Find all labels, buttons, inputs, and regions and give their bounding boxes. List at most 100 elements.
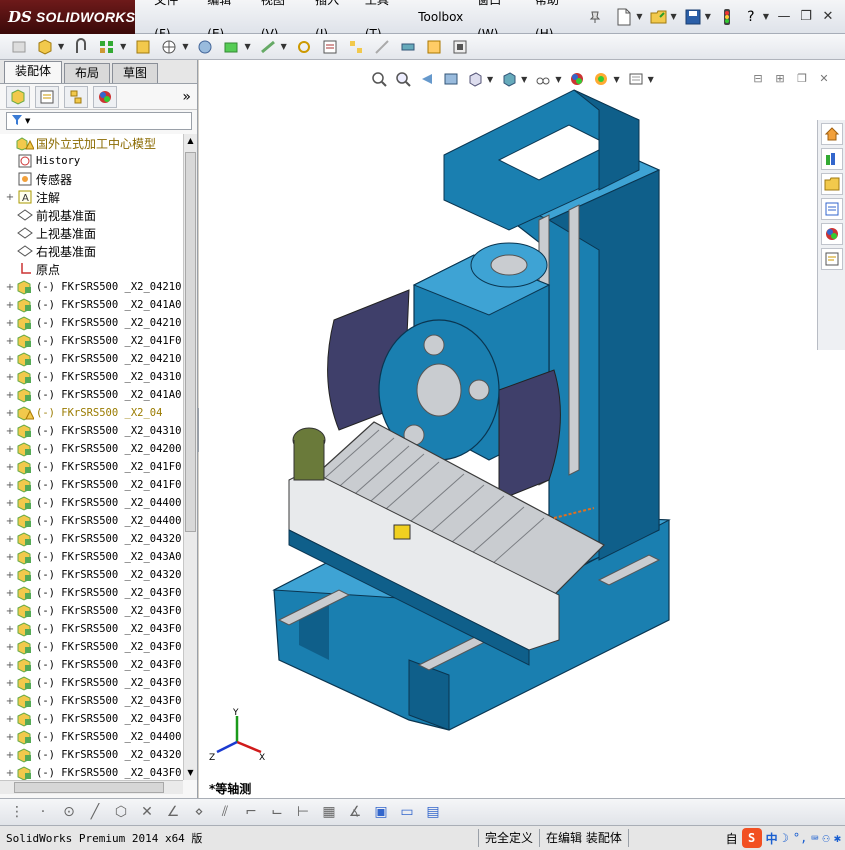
tree-row[interactable]: 右视基准面 [0,242,183,260]
menu-toolbox[interactable]: Toolbox [411,0,470,34]
open-folder-icon[interactable] [649,7,669,27]
punctuation-icon[interactable]: °, [793,831,807,845]
tree-row[interactable]: + (-) FKrSRS500 _X2_043F0 [0,584,183,602]
rebuild-icon[interactable] [717,7,737,27]
expand-toggle-icon[interactable]: + [4,282,16,293]
trim-icon[interactable]: ✕ [136,801,158,823]
expand-toggle-icon[interactable]: + [4,696,16,707]
property-manager-icon[interactable] [35,85,59,108]
tree-horizontal-scrollbar[interactable] [0,780,183,794]
view-palette-icon[interactable] [821,198,843,220]
save-icon[interactable] [683,7,703,27]
tree-row[interactable]: + (-) FKrSRS500 _X2_043F0 [0,656,183,674]
solidworks-logo[interactable]: DS SOLIDWORKS [0,0,136,34]
interference-detection-icon[interactable] [397,36,419,58]
expand-toggle-icon[interactable]: + [4,588,16,599]
tree-row[interactable]: + (-) FKrSRS500 _X2_04400 [0,512,183,530]
tree-row[interactable]: + (-) FKrSRS500 _X2_043F0 [0,764,183,780]
help-icon[interactable]: ? [741,7,761,27]
expand-toggle-icon[interactable]: + [4,714,16,725]
shaded-view-icon[interactable]: ▣ [370,801,392,823]
expand-toggle-icon[interactable]: + [4,462,16,473]
tree-vertical-scrollbar[interactable]: ▲ ▼ [183,134,197,780]
chevron-down-icon[interactable]: ▼ [636,12,642,21]
tree-row[interactable]: + (-) FKrSRS500 _X2_043F0 [0,620,183,638]
tree-row[interactable]: + (-) FKrSRS500 _X2_04210 [0,278,183,296]
tree-row[interactable]: + (-) FKrSRS500 _X2_04400 [0,728,183,746]
tab-assembly[interactable]: 装配体 [4,61,63,83]
move-component-icon[interactable] [158,36,180,58]
point-icon[interactable]: · [32,801,54,823]
tab-layout[interactable]: 布局 [64,63,111,83]
expand-toggle-icon[interactable]: + [4,192,16,203]
tree-row[interactable]: + (-) FKrSRS500 _X2_041A0 [0,296,183,314]
tree-row[interactable]: + (-) FKrSRS500 _X2_04310 [0,368,183,386]
bill-of-materials-icon[interactable] [319,36,341,58]
tree-row[interactable]: + (-) FKrSRS500 _X2_043F0 [0,710,183,728]
mirror-icon[interactable]: ⋄ [188,801,210,823]
tree-row[interactable]: + (-) FKrSRS500 _X2_04310 [0,422,183,440]
chevron-down-icon[interactable]: ▼ [671,12,677,21]
expand-toggle-icon[interactable]: + [4,570,16,581]
explode-line-sketch-icon[interactable] [371,36,393,58]
expand-toggle-icon[interactable]: + [4,534,16,545]
assembly-features-icon[interactable] [220,36,242,58]
expand-toggle-icon[interactable]: + [4,606,16,617]
tree-row[interactable]: + (-) FKrSRS500 _X2_043F0 [0,638,183,656]
expand-toggle-icon[interactable]: + [4,732,16,743]
new-motion-study-icon[interactable] [293,36,315,58]
graphics-area[interactable]: ▼ ▼ ▼ ▼ ▼ ⊟ ⊞ ❐ ✕ Y X Z *等轴测 [199,60,845,798]
new-document-icon[interactable] [614,7,634,27]
tree-row[interactable]: + (-) FKrSRS500 _X2_04320 [0,746,183,764]
keyboard-icon[interactable]: ⌨ [811,831,818,845]
sogou-ime-icon[interactable]: S [741,828,762,848]
expand-toggle-icon[interactable]: + [4,336,16,347]
restore-icon[interactable]: ❐ [795,7,817,27]
clearance-verification-icon[interactable] [423,36,445,58]
expand-toggle-icon[interactable]: + [4,642,16,653]
rectangle-icon[interactable]: ▭ [396,801,418,823]
extend-icon[interactable]: ∠ [162,801,184,823]
expand-toggle-icon[interactable]: + [4,300,16,311]
polygon-icon[interactable]: ⬡ [110,801,132,823]
expand-toggle-icon[interactable]: + [4,498,16,509]
expand-toggle-icon[interactable]: + [4,390,16,401]
tree-row[interactable]: + (-) FKrSRS500 _X2_041A0 [0,386,183,404]
tree-row[interactable]: 上视基准面 [0,224,183,242]
expand-toggle-icon[interactable]: + [4,768,16,779]
tree-row[interactable]: + (-) FKrSRS500 _X2_043F0 [0,602,183,620]
tree-row[interactable]: + A 注解 [0,188,183,206]
close-icon[interactable]: ✕ [817,7,839,27]
angle-icon[interactable]: ∡ [344,801,366,823]
expand-toggle-icon[interactable]: + [4,480,16,491]
insert-component-icon[interactable] [8,36,30,58]
offset-icon[interactable]: ⫽ [214,801,236,823]
table-icon[interactable]: ▤ [422,801,444,823]
chevron-down-icon[interactable]: ▼ [763,12,769,21]
chevron-down-icon[interactable]: ▼ [120,42,126,51]
tree-row[interactable]: + (-) FKrSRS500 _X2_041F0 [0,476,183,494]
line-icon[interactable]: ╱ [84,801,106,823]
tree-row[interactable]: 前视基准面 [0,206,183,224]
tab-sketch[interactable]: 草图 [112,63,159,83]
linear-pattern-icon[interactable] [96,36,118,58]
user-icon[interactable]: ⚇ [823,831,830,845]
featuremanager-tree-icon[interactable] [6,85,30,108]
tree-row[interactable]: + (-) FKrSRS500 _X2_04320 [0,530,183,548]
expand-toggle-icon[interactable]: + [4,408,16,419]
dimension-icon[interactable]: ⊢ [292,801,314,823]
scroll-thumb[interactable] [185,152,196,532]
pin-icon[interactable] [585,7,604,27]
chevron-down-icon[interactable]: ▼ [182,42,188,51]
expand-toggle-icon[interactable]: + [4,552,16,563]
expand-toggle-icon[interactable]: + [4,354,16,365]
expand-more-icon[interactable]: » [182,89,191,105]
tree-row[interactable]: 传感器 [0,170,183,188]
configuration-manager-icon[interactable] [64,85,88,108]
machine-model[interactable] [199,60,845,798]
solidworks-resources-icon[interactable] [821,123,843,145]
circle-icon[interactable]: ⊙ [58,801,80,823]
tree-row[interactable]: + (-) FKrSRS500 _X2_04200 [0,440,183,458]
display-manager-icon[interactable] [93,85,117,108]
settings-icon[interactable]: ✱ [834,831,841,845]
